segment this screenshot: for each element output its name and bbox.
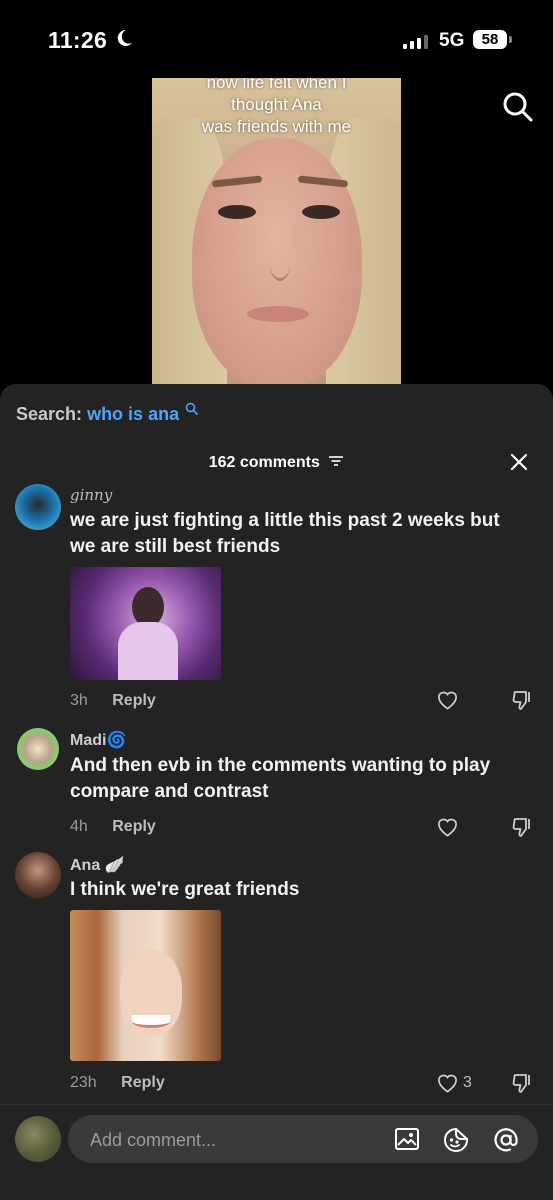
eye-shape <box>302 205 340 219</box>
reply-button[interactable]: Reply <box>121 1074 165 1091</box>
like-count: 3 <box>463 1074 472 1091</box>
avatar[interactable] <box>15 484 61 530</box>
username-emoji: 🪽 <box>104 857 125 874</box>
video-preview[interactable]: now life felt when I thought Ana was fri… <box>152 78 401 388</box>
comment-username[interactable]: Madi🌀 <box>70 730 126 750</box>
add-comment-input[interactable] <box>88 1115 372 1165</box>
comment-username[interactable]: Ana 🪽 <box>70 855 125 875</box>
lips-shape <box>247 306 309 322</box>
thumbs-down-icon[interactable] <box>511 816 533 838</box>
comment-meta: 4h Reply <box>70 818 156 836</box>
close-icon[interactable] <box>509 452 529 472</box>
heart-icon[interactable] <box>436 816 459 838</box>
video-caption: now life felt when I thought Ana was fri… <box>152 78 401 138</box>
comment-text: we are just fighting a little this past … <box>70 510 500 557</box>
eye-shape <box>218 205 256 219</box>
comments-count: 162 comments <box>208 454 320 471</box>
network-type: 5G <box>439 30 465 51</box>
caption-line: thought Ana <box>231 95 322 114</box>
reply-button[interactable]: Reply <box>112 692 156 709</box>
divider <box>0 1104 553 1105</box>
thumbs-down-icon[interactable] <box>511 689 533 711</box>
avatar[interactable] <box>15 852 61 898</box>
cellular-signal-icon <box>403 35 428 49</box>
search-icon <box>185 402 198 415</box>
comment-text: And then evb in the comments wanting to … <box>70 755 491 802</box>
username-text: Madi <box>70 732 107 749</box>
image-icon[interactable] <box>394 1127 420 1151</box>
search-suggestion[interactable]: Search: who is ana <box>16 402 198 425</box>
comment-composer[interactable] <box>68 1115 538 1165</box>
sticker-emoji-icon[interactable] <box>443 1127 469 1153</box>
status-bar: 11:26 5G 58 <box>0 0 553 80</box>
photo-figure <box>118 622 178 680</box>
search-label: Search: <box>16 404 83 424</box>
comment-meta: 3h Reply <box>70 692 156 710</box>
comment-image[interactable] <box>70 567 221 680</box>
heart-icon[interactable] <box>436 1072 459 1094</box>
avatar[interactable] <box>15 1116 61 1162</box>
comment-meta: 23h Reply <box>70 1074 165 1092</box>
comment-text: I think we're great friends <box>70 879 300 900</box>
mention-icon[interactable] <box>493 1127 519 1153</box>
username-text: Ana <box>70 857 101 874</box>
moon-icon <box>117 29 132 46</box>
battery-indicator: 58 <box>473 30 507 49</box>
photo-smile <box>132 1015 170 1028</box>
comment-username[interactable]: ginny <box>70 486 112 504</box>
thumbs-down-icon[interactable] <box>511 1072 533 1094</box>
comment-time: 23h <box>70 1074 97 1091</box>
comment-image[interactable] <box>70 910 221 1061</box>
caption-line: was friends with me <box>201 117 352 136</box>
comment-time: 4h <box>70 818 88 835</box>
search-term-link[interactable]: who is ana <box>87 404 179 424</box>
caption-line: now life felt when I <box>206 78 347 92</box>
clock: 11:26 <box>48 27 108 53</box>
sort-filter-icon[interactable] <box>328 455 344 467</box>
comments-header[interactable]: 162 comments <box>0 454 553 472</box>
nose-shape <box>270 248 290 281</box>
battery-tip <box>509 36 512 43</box>
photo-figure <box>132 587 164 627</box>
reply-button[interactable]: Reply <box>112 818 156 835</box>
heart-icon[interactable] <box>436 689 459 711</box>
username-emoji: 🌀 <box>106 732 127 749</box>
search-icon[interactable] <box>502 91 534 123</box>
avatar[interactable] <box>17 728 59 770</box>
comment-time: 3h <box>70 692 88 709</box>
